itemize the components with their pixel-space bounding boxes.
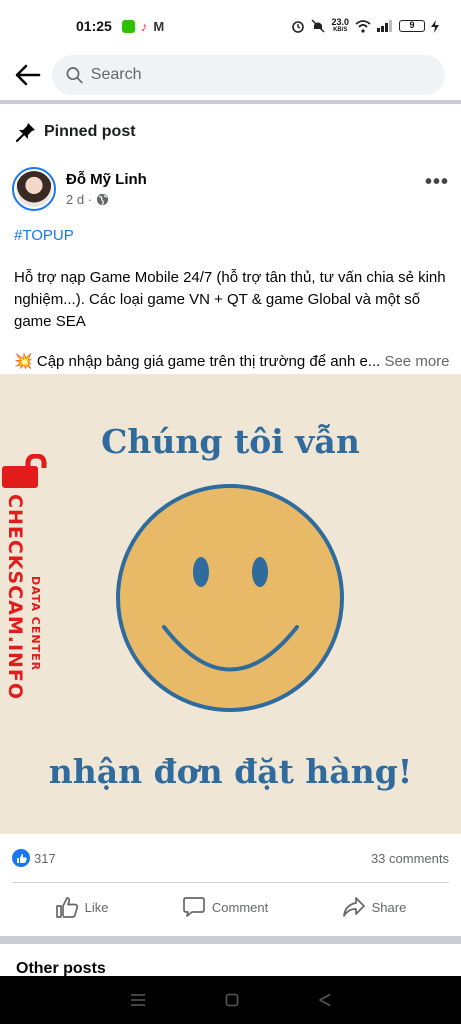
share-label: Share (371, 899, 407, 915)
top-bar (0, 52, 461, 98)
post-text-preview: Cập nhập bảng giá game trên thị trường đ… (32, 353, 381, 370)
battery-icon: 9 (399, 20, 425, 32)
system-nav-bar (0, 976, 461, 1024)
mute-icon (311, 19, 325, 33)
search-box[interactable] (52, 55, 445, 95)
search-input[interactable] (90, 66, 431, 84)
actions-divider (12, 882, 449, 883)
watermark-top-text: DATA CENTER (29, 576, 42, 672)
status-app-icons: ♪ M (121, 18, 165, 34)
status-bar: 01:25 ♪ M 23.0 KB/S 9 (0, 0, 461, 52)
share-icon (342, 897, 365, 917)
back-button[interactable] (12, 59, 44, 91)
arrow-left-icon (15, 64, 41, 86)
hashtag-link[interactable]: #TOPUP (14, 225, 450, 247)
like-reaction-icon[interactable] (12, 849, 30, 867)
status-right: 23.0 KB/S 9 (291, 18, 439, 34)
menu-nav-icon[interactable] (130, 993, 146, 1007)
explosion-emoji: 💥 (14, 353, 33, 370)
padlock-icon (2, 454, 47, 488)
thumbs-up-icon (55, 897, 78, 918)
image-bottom-text: nhận đơn đặt hàng! (48, 752, 413, 791)
see-more-link[interactable]: See more (380, 353, 449, 370)
post-image[interactable]: Chúng tôi vẫn nhận đơn đặt hàng! CHECKSC… (0, 374, 461, 834)
comments-count[interactable]: 33 comments (371, 851, 449, 866)
comment-button[interactable]: Comment (182, 896, 268, 918)
home-nav-icon[interactable] (225, 993, 239, 1007)
post-text-line2: 💥 Cập nhập bảng giá game trên thị trường… (14, 351, 450, 373)
net-speed-unit: KB/S (333, 27, 348, 33)
net-speed-value: 23.0 (331, 17, 349, 27)
back-nav-icon[interactable] (318, 993, 332, 1007)
pinned-label-text: Pinned post (44, 123, 136, 140)
tiktok-icon: ♪ (140, 18, 148, 34)
wifi-icon (355, 19, 371, 33)
globe-icon (96, 193, 109, 206)
like-label: Like (84, 899, 109, 915)
post-header: Đỗ Mỹ Linh 2 d · ••• (12, 164, 449, 214)
net-speed: 23.0 KB/S (331, 18, 349, 34)
pinned-post-label: Pinned post (16, 122, 136, 142)
watermark-main-text: CHECKSCAM.INFO (4, 494, 26, 701)
checkscam-watermark: CHECKSCAM.INFO DATA CENTER (2, 454, 52, 700)
comment-label: Comment (211, 899, 269, 915)
header-divider (0, 100, 461, 104)
comment-icon (183, 897, 205, 917)
gmail-icon: M (153, 18, 165, 34)
post-actions: Like Comment Share (0, 886, 461, 928)
signal-icon (377, 20, 392, 32)
author-name[interactable]: Đỗ Mỹ Linh (66, 171, 147, 188)
post-body: #TOPUP Hỗ trợ nạp Game Mobile 24/7 (hỗ t… (14, 225, 450, 373)
avatar[interactable] (12, 167, 56, 211)
alarm-icon (292, 21, 305, 33)
wechat-icon (121, 19, 135, 33)
share-button[interactable]: Share (342, 896, 407, 918)
post-time: 2 d · (66, 192, 147, 207)
more-options-button[interactable]: ••• (425, 171, 449, 194)
reactions-count[interactable]: 317 (34, 851, 56, 866)
like-button[interactable]: Like (55, 896, 109, 918)
search-icon (66, 67, 83, 84)
post-text: Hỗ trợ nạp Game Mobile 24/7 (hỗ trợ tân … (14, 269, 446, 330)
post-time-text[interactable]: 2 d · (66, 192, 92, 207)
status-time: 01:25 (76, 18, 112, 34)
charging-icon (431, 19, 439, 33)
section-divider (0, 936, 461, 944)
pin-icon (16, 123, 35, 142)
reactions-bar: 317 33 comments (12, 846, 449, 870)
